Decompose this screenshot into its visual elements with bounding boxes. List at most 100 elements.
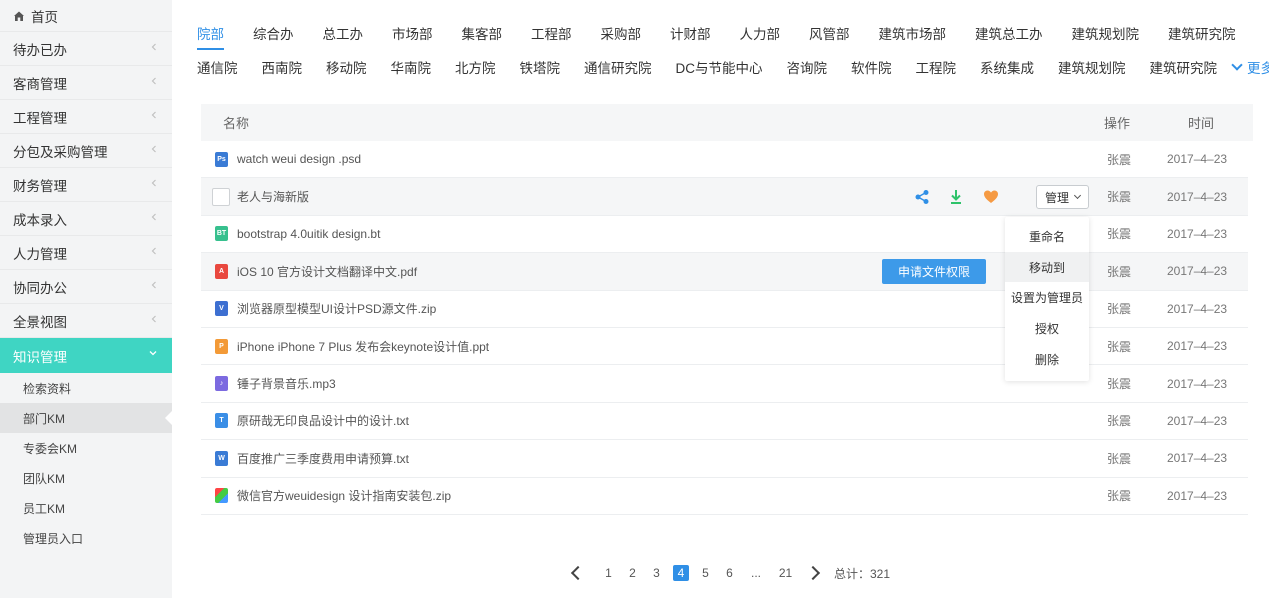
page-number[interactable]: 5 (698, 566, 713, 580)
page-number[interactable]: 6 (722, 566, 737, 580)
page-number[interactable]: 1 (601, 566, 616, 580)
tab-institute[interactable]: 北方院 (455, 57, 496, 77)
page-number[interactable]: 2 (625, 566, 640, 580)
next-page-icon[interactable] (805, 565, 821, 581)
file-name[interactable]: 老人与海新版 (237, 188, 309, 205)
sidebar-subitem[interactable]: 检索资料 (0, 373, 172, 403)
file-time: 2017–4–23 (1167, 226, 1228, 241)
table-row[interactable]: 老人与海新版 管理 张震 2017–4–23 (201, 178, 1248, 216)
table-row[interactable]: ♪ 锤子背景音乐.mp3 张震 2017–4–23 (201, 365, 1248, 403)
manage-button[interactable]: 管理 (1036, 185, 1089, 210)
tab-institute[interactable]: 移动院 (326, 57, 367, 77)
sidebar-item-knowledge[interactable]: 知识管理 (0, 338, 172, 373)
tab-department[interactable]: 工程部 (531, 23, 572, 43)
sidebar-subitem[interactable]: 团队KM (0, 463, 172, 493)
file-name: watch weui design .psd (237, 152, 362, 167)
sidebar-item-label: 分包及采购管理 (13, 144, 108, 160)
page-number[interactable]: 4 (673, 565, 689, 581)
sidebar-subitem[interactable]: 部门KM (0, 403, 172, 433)
sidebar-item[interactable]: 客商管理 (0, 66, 172, 100)
table-row[interactable]: A iOS 10 官方设计文档翻译中文.pdf 申请文件权限 张震 2017–4… (201, 253, 1248, 291)
tab-institute[interactable]: 系统集成 (980, 57, 1034, 77)
request-permission-button[interactable]: 申请文件权限 (882, 259, 986, 285)
total-count: 总计：321 (834, 566, 891, 581)
tab-department[interactable]: 计财部 (670, 23, 711, 43)
file-type-icon: T (215, 413, 228, 429)
file-owner: 张震 (1107, 190, 1132, 205)
tab-institute[interactable]: 通信院 (197, 57, 238, 77)
file-name: bootstrap 4.0uitik design.bt (237, 226, 381, 241)
menu-item[interactable]: 设置为管理员 (1005, 282, 1089, 313)
file-type-icon: A (215, 263, 228, 279)
tab-department[interactable]: 综合办 (253, 23, 294, 43)
tab-department[interactable]: 集客部 (462, 23, 503, 43)
chevron-left-icon (150, 314, 158, 327)
file-time: 2017–4–23 (1167, 301, 1228, 316)
table-row[interactable]: 微信官方weuidesign 设计指南安装包.zip 张震 2017–4–23 (201, 478, 1248, 515)
tab-department[interactable]: 建筑市场部 (879, 23, 947, 43)
menu-item[interactable]: 移动到 (1005, 251, 1089, 283)
sidebar-item-label: 客商管理 (13, 76, 67, 92)
sidebar-item[interactable]: 工程管理 (0, 100, 172, 134)
share-icon[interactable] (914, 189, 930, 205)
sidebar-item[interactable]: 分包及采购管理 (0, 134, 172, 168)
tab-institute[interactable]: 华南院 (391, 57, 432, 77)
tab-department[interactable]: 市场部 (392, 23, 433, 43)
tab-institute[interactable]: 咨询院 (787, 57, 828, 77)
table-row[interactable]: W 百度推广三季度费用申请预算.txt 张震 2017–4–23 (201, 440, 1248, 478)
sidebar-item[interactable]: 人力管理 (0, 236, 172, 270)
sidebar-subitem-label: 员工KM (23, 501, 66, 516)
sidebar-item[interactable]: 协同办公 (0, 270, 172, 304)
sidebar-subitem[interactable]: 员工KM (0, 493, 172, 523)
tab-institute[interactable]: 通信研究院 (584, 57, 652, 77)
prev-page-icon[interactable] (570, 565, 586, 581)
page-number[interactable]: 21 (778, 566, 793, 580)
sidebar-item[interactable]: 财务管理 (0, 168, 172, 202)
sidebar-subitem[interactable]: 管理员入口 (0, 523, 172, 553)
sidebar: 首页 待办已办 客商管理 工程管理 分包及采购管理 财务管理 成本录入 人力管理… (0, 0, 172, 598)
tab-institute[interactable]: 软件院 (851, 57, 892, 77)
file-name: 微信官方weuidesign 设计指南安装包.zip (237, 489, 452, 504)
tab-department[interactable]: 建筑规划院 (1072, 23, 1140, 43)
chevron-left-icon (150, 110, 158, 123)
tab-department[interactable]: 建筑研究院 (1168, 23, 1236, 43)
table-row[interactable]: Ps watch weui design .psd 张震 2017–4–23 (201, 141, 1248, 179)
file-owner: 张震 (1107, 339, 1132, 354)
tab-institute[interactable]: DC与节能中心 (676, 57, 763, 77)
page-number[interactable]: 3 (649, 566, 664, 580)
tab-institute[interactable]: 工程院 (916, 57, 957, 77)
heart-icon[interactable] (983, 189, 999, 205)
menu-item[interactable]: 授权 (1005, 313, 1089, 344)
tab-institute[interactable]: 建筑规划院 (1058, 57, 1126, 77)
tab-department[interactable]: 院部 (197, 23, 224, 50)
table-row[interactable]: P iPhone iPhone 7 Plus 发布会keynote设计值.ppt… (201, 328, 1248, 366)
more-tabs-link[interactable]: 更多 (1231, 57, 1269, 77)
sidebar-subitem[interactable]: 专委会KM (0, 433, 172, 463)
file-type-icon: P (215, 338, 228, 354)
menu-item[interactable]: 重命名 (1005, 221, 1089, 252)
tab-department[interactable]: 采购部 (601, 23, 642, 43)
table-row[interactable]: BT bootstrap 4.0uitik design.bt 张震 2017–… (201, 216, 1248, 254)
tab-department[interactable]: 人力部 (740, 23, 781, 43)
chevron-left-icon (150, 178, 158, 191)
table-row[interactable]: V 浏览器原型模型UI设计PSD源文件.zip 张震 2017–4–23 (201, 291, 1248, 328)
sidebar-item[interactable]: 成本录入 (0, 202, 172, 236)
chevron-down-icon (148, 348, 158, 361)
download-icon[interactable] (948, 189, 964, 205)
sidebar-item[interactable]: 待办已办 (0, 32, 172, 66)
manage-dropdown-menu: 重命名 移动到 设置为管理员 授权 删除 (1005, 217, 1089, 381)
menu-item[interactable]: 删除 (1005, 344, 1089, 375)
row-checkbox[interactable] (212, 187, 230, 206)
department-tabs: 院部 综合办 总工办 市场部 集客部 工程部 采购部 计财部 人力部 风管部 建筑市场部 建筑总工办 建… (197, 22, 1236, 50)
sidebar-item-home[interactable]: 首页 (0, 0, 172, 32)
file-owner: 张震 (1107, 152, 1132, 167)
sidebar-item[interactable]: 全景视图 (0, 304, 172, 338)
tab-institute[interactable]: 西南院 (262, 57, 303, 77)
tab-department[interactable]: 风管部 (809, 23, 850, 43)
tab-department[interactable]: 总工办 (323, 23, 364, 43)
tab-institute[interactable]: 铁塔院 (520, 57, 561, 77)
tab-institute[interactable]: 建筑研究院 (1150, 57, 1218, 77)
tab-department[interactable]: 建筑总工办 (975, 23, 1043, 43)
file-owner: 张震 (1107, 264, 1132, 279)
table-row[interactable]: T 原研哉无印良品设计中的设计.txt 张震 2017–4–23 (201, 403, 1248, 441)
